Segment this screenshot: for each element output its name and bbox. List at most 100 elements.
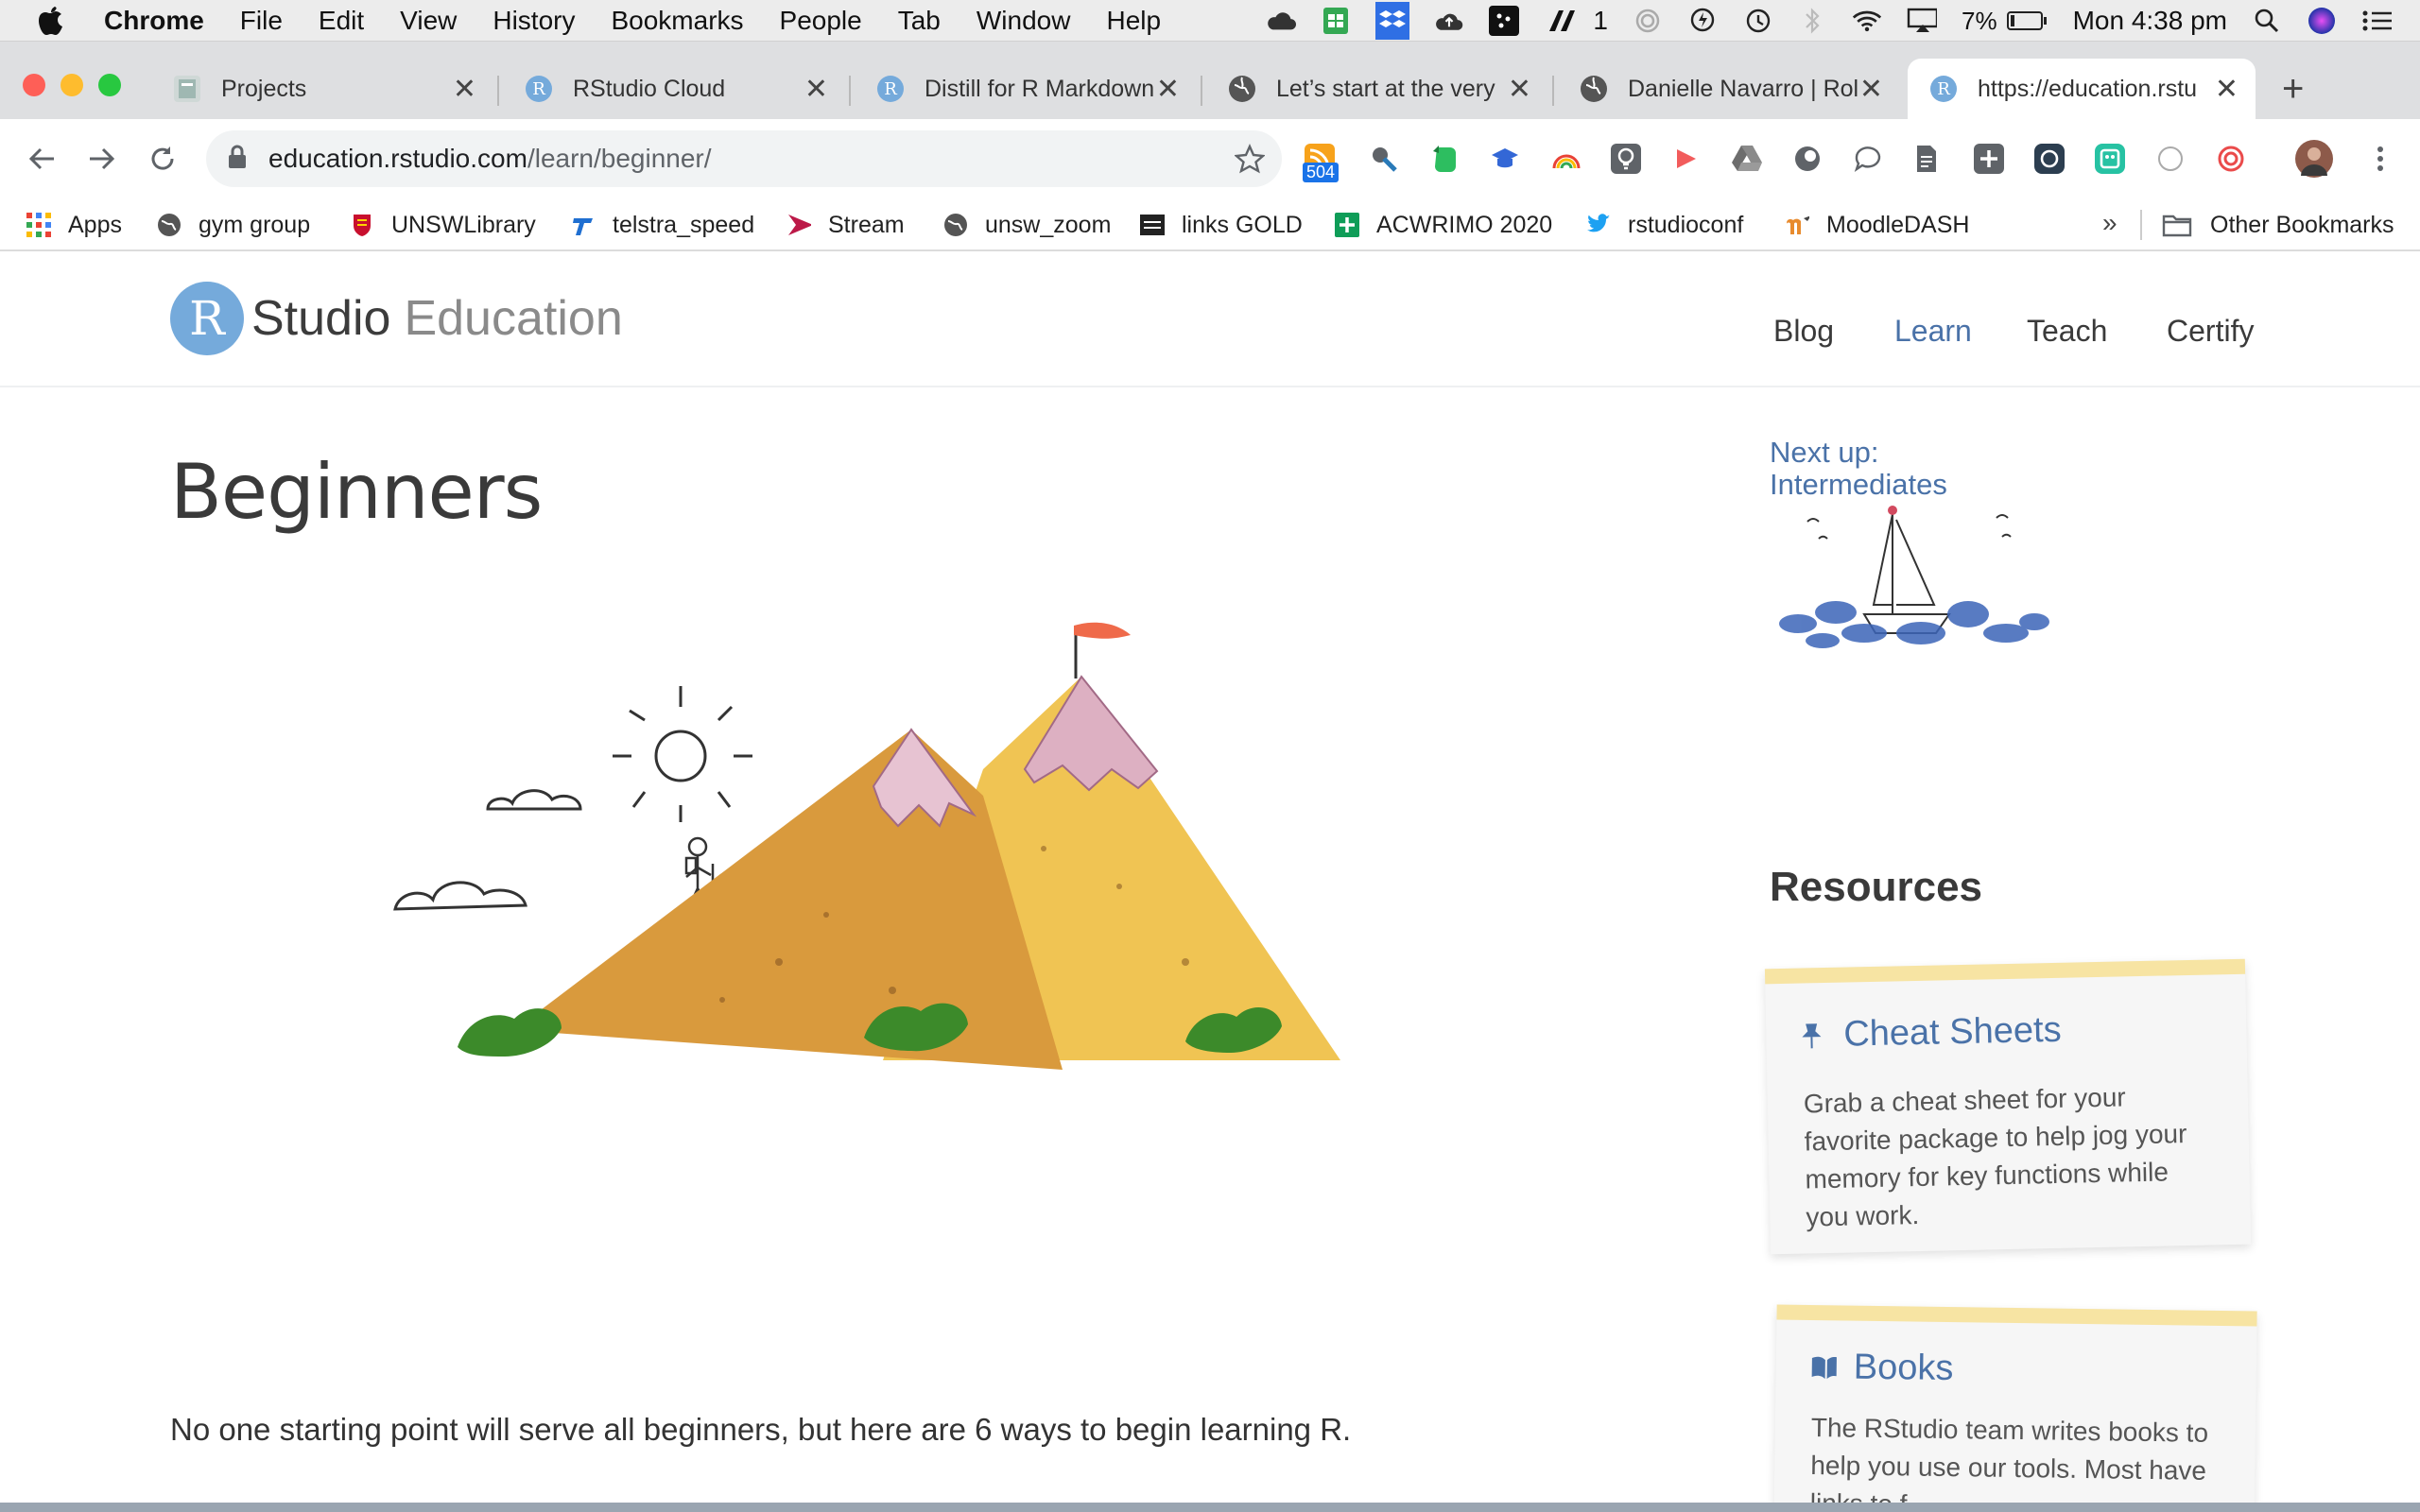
empty-circle-extension-icon[interactable] (2155, 144, 2186, 174)
video-extension-icon[interactable] (1671, 144, 1702, 174)
dropbox-icon[interactable] (1375, 2, 1410, 40)
new-tab-button[interactable]: + (2282, 68, 2304, 111)
tab-distill[interactable]: R Distill for R Markdown ✕ (845, 59, 1197, 119)
spiral-icon[interactable] (1633, 6, 1663, 36)
tab-education-rstudio[interactable]: R https://education.rstu ✕ (1908, 59, 2256, 119)
apps-grid-icon (26, 213, 51, 237)
menu-edit[interactable]: Edit (319, 6, 364, 36)
drive-extension-icon[interactable] (1732, 144, 1762, 174)
battery-icon[interactable] (2006, 6, 2048, 36)
time-machine-icon[interactable] (1742, 6, 1772, 36)
nav-learn[interactable]: Learn (1894, 314, 1972, 349)
wifi-icon[interactable] (1852, 6, 1882, 36)
tab-danielle-navarro[interactable]: Danielle Navarro | Rol ✕ (1548, 59, 1900, 119)
bolt-bubble-icon[interactable] (1687, 6, 1718, 36)
notification-center-icon[interactable] (2361, 6, 2392, 36)
cloud-icon[interactable] (1266, 6, 1297, 36)
nav-certify[interactable]: Certify (2167, 314, 2254, 349)
apple-menu-icon[interactable] (36, 5, 68, 37)
menu-history[interactable]: History (493, 6, 575, 36)
tab-rstudio-cloud[interactable]: R RStudio Cloud ✕ (493, 59, 845, 119)
siri-icon[interactable] (2307, 6, 2337, 36)
bookmark-star-icon[interactable] (1234, 144, 1266, 179)
graduation-cap-icon[interactable] (1490, 144, 1520, 174)
at-sign-extension-icon[interactable] (2034, 144, 2065, 174)
rainbow-extension-icon[interactable] (1550, 144, 1581, 174)
chrome-menu-icon[interactable] (2365, 144, 2395, 174)
tools-extension-icon[interactable] (1369, 144, 1399, 174)
card-body: The RStudio team writes books to help yo… (1809, 1409, 2209, 1512)
bookmark-unswlibrary[interactable]: UNSWLibrary (350, 206, 536, 244)
next-up-label: Next up: (1770, 436, 1879, 469)
menu-people[interactable]: People (780, 6, 862, 36)
tab-close-icon[interactable]: ✕ (804, 73, 828, 106)
swirl-extension-icon[interactable] (2216, 144, 2246, 174)
menu-file[interactable]: File (240, 6, 283, 36)
bookmark-acwrimo-2020[interactable]: ACWRIMO 2020 (1335, 206, 1552, 244)
tab-close-icon[interactable]: ✕ (1508, 73, 1531, 106)
chat-extension-icon[interactable] (1853, 144, 1883, 174)
bookmark-label: MoodleDASH (1826, 211, 1970, 238)
tab-strip: Projects ✕ R RStudio Cloud ✕ R Distill f… (0, 42, 2420, 119)
bookmark-label: Other Bookmarks (2210, 211, 2394, 238)
bookmark-stream[interactable]: Stream (786, 206, 905, 244)
tab-close-icon[interactable]: ✕ (1859, 73, 1883, 106)
menu-window[interactable]: Window (977, 6, 1071, 36)
close-window-button[interactable] (23, 74, 45, 96)
links-gold-icon (1140, 213, 1165, 237)
lightbulb-extension-icon[interactable] (1611, 144, 1641, 174)
bookmark-apps[interactable]: Apps (26, 206, 122, 244)
zoom-window-button[interactable] (98, 74, 121, 96)
bookmark-unsw-zoom[interactable]: unsw_zoom (943, 206, 1111, 244)
resource-card-books[interactable]: Books The RStudio team writes books to h… (1773, 1304, 2257, 1512)
site-logo[interactable]: R Studio Education (170, 282, 623, 355)
tab-close-icon[interactable]: ✕ (453, 73, 476, 106)
lock-icon[interactable] (227, 145, 255, 174)
menu-bookmarks[interactable]: Bookmarks (611, 6, 743, 36)
bookmark-links-gold[interactable]: links GOLD (1140, 206, 1303, 244)
spotlight-search-icon[interactable] (2252, 6, 2282, 36)
reload-button[interactable] (142, 138, 183, 180)
menu-tab[interactable]: Tab (898, 6, 941, 36)
bookmark-other-bookmarks[interactable]: Other Bookmarks (2161, 206, 2394, 244)
nav-blog[interactable]: Blog (1773, 314, 1834, 349)
profile-avatar[interactable] (2295, 140, 2333, 178)
tab-projects[interactable]: Projects ✕ (142, 59, 493, 119)
nav-teach[interactable]: Teach (2027, 314, 2107, 349)
tab-close-icon[interactable]: ✕ (2215, 73, 2238, 106)
back-button[interactable] (21, 138, 62, 180)
sailboat-illustration[interactable] (1770, 501, 2053, 662)
cloud-upload-icon[interactable] (1434, 6, 1464, 36)
next-up-link[interactable]: Next up: Intermediates (1770, 437, 1947, 501)
dots-app-icon[interactable] (1489, 6, 1520, 36)
minimize-window-button[interactable] (60, 74, 83, 96)
menu-view[interactable]: View (400, 6, 457, 36)
card-title[interactable]: Cheat Sheets (1800, 1010, 2062, 1057)
document-extension-icon[interactable] (1913, 144, 1944, 174)
adobe-icon[interactable] (1544, 6, 1589, 36)
forward-button[interactable] (81, 138, 123, 180)
tab-close-icon[interactable]: ✕ (1156, 73, 1180, 106)
circle-extension-icon[interactable] (1792, 144, 1823, 174)
bookmark-rstudioconf[interactable]: rstudioconf (1586, 206, 1743, 244)
card-body-line: you work. (1806, 1199, 1920, 1232)
menu-help[interactable]: Help (1106, 6, 1161, 36)
bookmark-moodledash[interactable]: MoodleDASH (1785, 206, 1969, 244)
tab-lets-start[interactable]: Let’s start at the very ✕ (1197, 59, 1548, 119)
bluetooth-icon[interactable] (1797, 6, 1827, 36)
clock[interactable]: Mon 4:38 pm (2073, 6, 2227, 36)
sheets-icon[interactable] (1321, 6, 1351, 36)
menu-app-chrome[interactable]: Chrome (104, 6, 204, 36)
evernote-icon[interactable] (1429, 144, 1460, 174)
bookmark-telstra-speed[interactable]: telstra_speed (571, 206, 754, 244)
bookmark-label: telstra_speed (613, 211, 755, 238)
grammarly-extension-icon[interactable] (2095, 144, 2125, 174)
address-bar[interactable]: education.rstudio.com/learn/beginner/ (206, 130, 1282, 187)
resource-card-cheat-sheets[interactable]: Cheat Sheets Grab a cheat sheet for your… (1764, 958, 2252, 1255)
hero-mountain-illustration (393, 622, 1340, 1070)
bookmarks-overflow-button[interactable]: » (2102, 208, 2118, 238)
plus-box-extension-icon[interactable] (1974, 144, 2004, 174)
card-title[interactable]: Books (1809, 1347, 1954, 1389)
airplay-icon[interactable] (1907, 6, 1937, 36)
bookmark-gym-group[interactable]: gym group (157, 206, 310, 244)
